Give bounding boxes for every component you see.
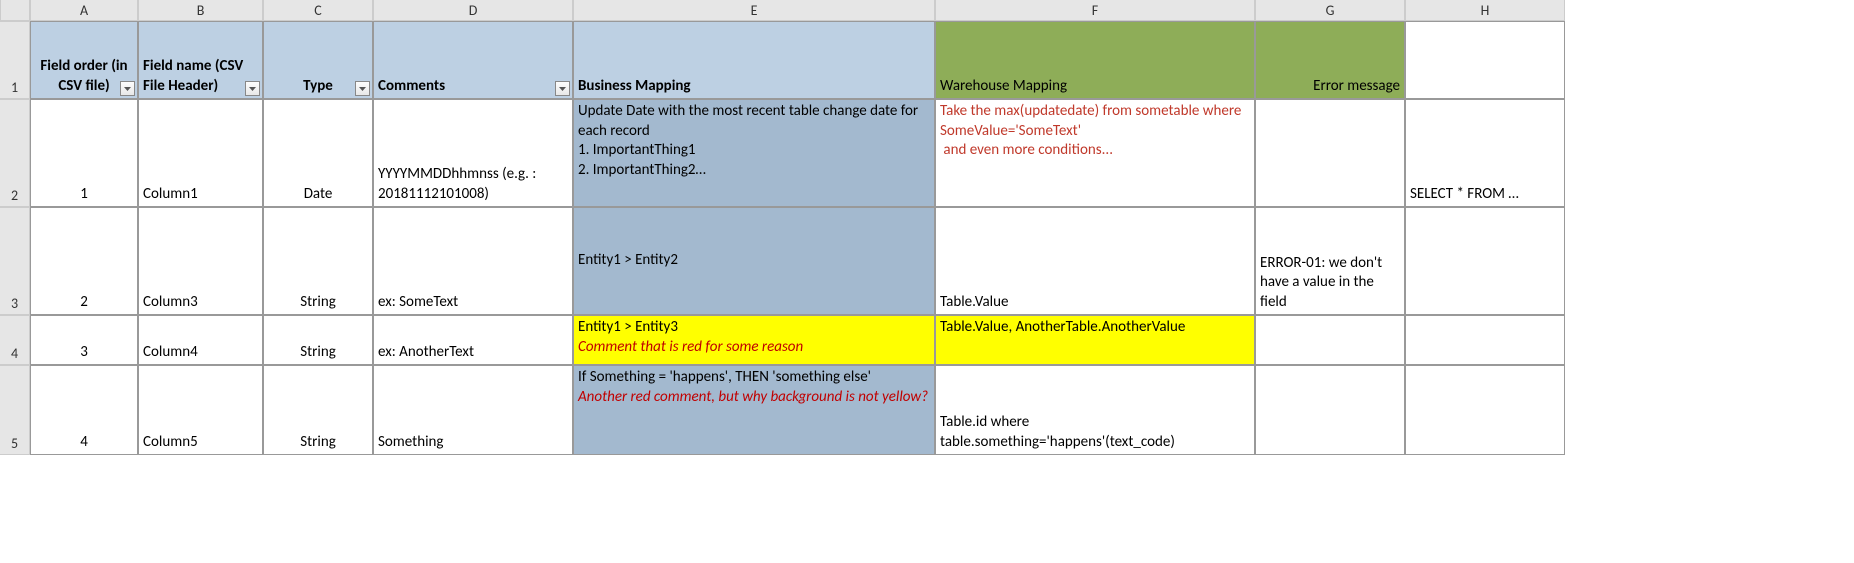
cell-B5[interactable]: Column5 (138, 365, 263, 455)
cell-A3[interactable]: 2 (30, 207, 138, 315)
cell-E4[interactable]: Entity1 > Entity3 Comment that is red fo… (573, 315, 935, 365)
col-header-H[interactable]: H (1405, 0, 1565, 21)
cell-H4[interactable] (1405, 315, 1565, 365)
header-type[interactable]: Type (263, 21, 373, 99)
cell-value: Something (378, 433, 443, 453)
cell-value: 2 (80, 293, 88, 313)
cell-value: Entity1 > Entity3 (578, 318, 678, 338)
header-empty-H[interactable] (1405, 21, 1565, 99)
col-header-A[interactable]: A (30, 0, 138, 21)
header-warehouse-mapping[interactable]: Warehouse Mapping (935, 21, 1255, 99)
cell-value: Table.Value (940, 293, 1008, 313)
row-header-2[interactable]: 2 (0, 99, 30, 207)
cell-C5[interactable]: String (263, 365, 373, 455)
header-field-order[interactable]: Field order (in CSV file) (30, 21, 138, 99)
cell-G2[interactable] (1255, 99, 1405, 207)
cell-F2[interactable]: Take the max(updatedate) from sometable … (935, 99, 1255, 207)
col-header-F[interactable]: F (935, 0, 1255, 21)
cell-H5[interactable] (1405, 365, 1565, 455)
cell-F4[interactable]: Table.Value, AnotherTable.AnotherValue (935, 315, 1255, 365)
cell-H2[interactable]: SELECT * FROM … (1405, 99, 1565, 207)
cell-G4[interactable] (1255, 315, 1405, 365)
spreadsheet-grid[interactable]: A B C D E F G H 1 Field order (in CSV fi… (0, 0, 1854, 455)
cell-C4[interactable]: String (263, 315, 373, 365)
cell-value: String (300, 343, 336, 363)
filter-dropdown-icon[interactable] (355, 81, 370, 96)
cell-D3[interactable]: ex: SomeText (373, 207, 573, 315)
cell-value: Column1 (143, 185, 198, 205)
cell-E5[interactable]: If Something = 'happens', THEN 'somethin… (573, 365, 935, 455)
header-label: Warehouse Mapping (940, 77, 1067, 97)
cell-value: ex: SomeText (378, 293, 458, 313)
cell-value: If Something = 'happens', THEN 'somethin… (578, 368, 871, 388)
cell-E3[interactable]: Entity1 > Entity2 (573, 207, 935, 315)
cell-value: Take the max(updatedate) from sometable … (940, 102, 1250, 161)
cell-D4[interactable]: ex: AnotherText (373, 315, 573, 365)
col-header-D[interactable]: D (373, 0, 573, 21)
cell-value: Date (304, 185, 333, 205)
cell-value: String (300, 293, 336, 313)
header-label: Comments (378, 77, 445, 97)
header-error-message[interactable]: Error message (1255, 21, 1405, 99)
cell-B4[interactable]: Column4 (138, 315, 263, 365)
cell-note: Another red comment, but why background … (578, 388, 928, 408)
cell-value: ERROR-01: we don't have a value in the f… (1260, 254, 1400, 313)
cell-value: Update Date with the most recent table c… (578, 102, 930, 180)
cell-value: String (300, 433, 336, 453)
header-label: Type (303, 77, 333, 97)
cell-value: Column5 (143, 433, 198, 453)
row-header-5[interactable]: 5 (0, 365, 30, 455)
cell-A4[interactable]: 3 (30, 315, 138, 365)
cell-F3[interactable]: Table.Value (935, 207, 1255, 315)
header-comments[interactable]: Comments (373, 21, 573, 99)
header-label: Field name (CSV File Header) (143, 57, 258, 96)
header-label: Error message (1313, 77, 1400, 97)
col-header-C[interactable]: C (263, 0, 373, 21)
cell-A2[interactable]: 1 (30, 99, 138, 207)
cell-A5[interactable]: 4 (30, 365, 138, 455)
col-header-E[interactable]: E (573, 0, 935, 21)
cell-value: Entity1 > Entity2 (578, 251, 678, 271)
header-business-mapping[interactable]: Business Mapping (573, 21, 935, 99)
row-header-3[interactable]: 3 (0, 207, 30, 315)
cell-value: YYYYMMDDhhmnss (e.g. : 20181112101008) (378, 165, 568, 204)
cell-D2[interactable]: YYYYMMDDhhmnss (e.g. : 20181112101008) (373, 99, 573, 207)
cell-value: ex: AnotherText (378, 343, 474, 363)
cell-E2[interactable]: Update Date with the most recent table c… (573, 99, 935, 207)
cell-B3[interactable]: Column3 (138, 207, 263, 315)
header-label: Field order (in CSV file) (35, 57, 133, 96)
header-field-name[interactable]: Field name (CSV File Header) (138, 21, 263, 99)
col-header-B[interactable]: B (138, 0, 263, 21)
cell-B2[interactable]: Column1 (138, 99, 263, 207)
cell-note: Comment that is red for some reason (578, 338, 803, 358)
cell-value: Column4 (143, 343, 198, 363)
cell-value: SELECT * FROM … (1410, 185, 1519, 205)
row-header-4[interactable]: 4 (0, 315, 30, 365)
filter-dropdown-icon[interactable] (245, 81, 260, 96)
cell-F5[interactable]: Table.id where table.something='happens'… (935, 365, 1255, 455)
cell-G3[interactable]: ERROR-01: we don't have a value in the f… (1255, 207, 1405, 315)
select-all-corner[interactable] (0, 0, 30, 21)
cell-H3[interactable] (1405, 207, 1565, 315)
cell-value: 3 (80, 343, 88, 363)
header-label: Business Mapping (578, 77, 691, 97)
cell-value: Table.id where table.something='happens'… (940, 413, 1250, 452)
cell-C2[interactable]: Date (263, 99, 373, 207)
cell-G5[interactable] (1255, 365, 1405, 455)
row-header-1[interactable]: 1 (0, 21, 30, 99)
cell-value: 1 (80, 185, 88, 205)
cell-value: Table.Value, AnotherTable.AnotherValue (940, 318, 1185, 338)
filter-dropdown-icon[interactable] (120, 81, 135, 96)
filter-dropdown-icon[interactable] (555, 81, 570, 96)
cell-C3[interactable]: String (263, 207, 373, 315)
col-header-G[interactable]: G (1255, 0, 1405, 21)
cell-value: 4 (80, 433, 88, 453)
cell-value: Column3 (143, 293, 198, 313)
cell-D5[interactable]: Something (373, 365, 573, 455)
